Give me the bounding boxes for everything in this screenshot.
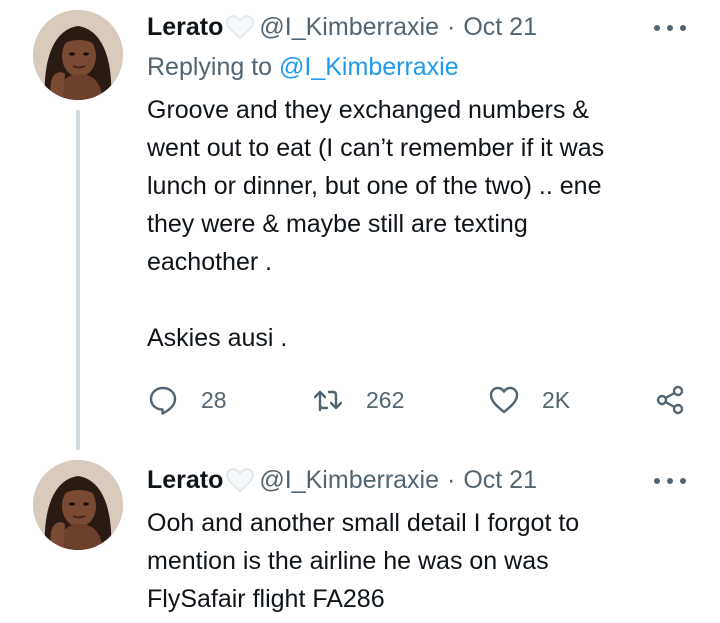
like-count: 2K bbox=[542, 386, 571, 413]
more-dot bbox=[680, 25, 686, 31]
retweet-button[interactable]: 262 bbox=[312, 383, 404, 417]
more-options-icon[interactable] bbox=[654, 475, 686, 487]
avatar[interactable] bbox=[33, 10, 123, 100]
white-heart-icon bbox=[225, 467, 255, 493]
separator-dot: · bbox=[447, 465, 456, 494]
replying-to: Replying to @I_Kimberraxie bbox=[147, 53, 459, 82]
share-icon bbox=[656, 385, 684, 415]
share-button[interactable] bbox=[654, 383, 686, 417]
reply-button[interactable]: 28 bbox=[147, 383, 227, 417]
more-dot bbox=[667, 478, 673, 484]
author-name[interactable]: Lerato bbox=[147, 466, 223, 495]
replying-to-label: Replying to bbox=[147, 53, 273, 81]
author-handle[interactable]: @I_Kimberraxie bbox=[259, 466, 439, 495]
tweet-text: Groove and they exchanged numbers & went… bbox=[147, 96, 605, 352]
reply-icon bbox=[149, 386, 177, 415]
like-button[interactable]: 2K bbox=[488, 383, 570, 417]
white-heart-icon bbox=[225, 14, 255, 40]
author-name[interactable]: Lerato bbox=[147, 13, 223, 42]
replying-to-handle-link[interactable]: @I_Kimberraxie bbox=[279, 53, 459, 81]
avatar[interactable] bbox=[33, 460, 123, 550]
tweet-date[interactable]: Oct 21 bbox=[463, 466, 537, 495]
more-dot bbox=[654, 25, 660, 31]
profile-photo bbox=[33, 10, 123, 100]
like-icon bbox=[489, 386, 519, 414]
tweet-actions: 28 262 2K bbox=[0, 383, 720, 417]
separator-dot: · bbox=[447, 12, 456, 41]
more-options-icon[interactable] bbox=[654, 22, 686, 34]
reply-count: 28 bbox=[201, 386, 227, 413]
retweet-count: 262 bbox=[366, 386, 405, 413]
more-dot bbox=[667, 25, 673, 31]
tweet-header: Lerato @I_Kimberraxie · Oct 21 bbox=[147, 463, 537, 497]
tweet-text: Ooh and another small detail I forgot to… bbox=[147, 509, 580, 613]
author-handle[interactable]: @I_Kimberraxie bbox=[259, 13, 439, 42]
tweet[interactable]: Lerato @I_Kimberraxie · Oct 21 Replying … bbox=[0, 0, 720, 455]
tweet-date[interactable]: Oct 21 bbox=[463, 13, 537, 42]
tweet[interactable]: Lerato @I_Kimberraxie · Oct 21 Ooh and a… bbox=[0, 455, 720, 623]
profile-photo bbox=[33, 460, 123, 550]
more-dot bbox=[680, 478, 686, 484]
retweet-icon bbox=[313, 390, 343, 412]
more-dot bbox=[654, 478, 660, 484]
tweet-header: Lerato @I_Kimberraxie · Oct 21 bbox=[147, 10, 537, 44]
